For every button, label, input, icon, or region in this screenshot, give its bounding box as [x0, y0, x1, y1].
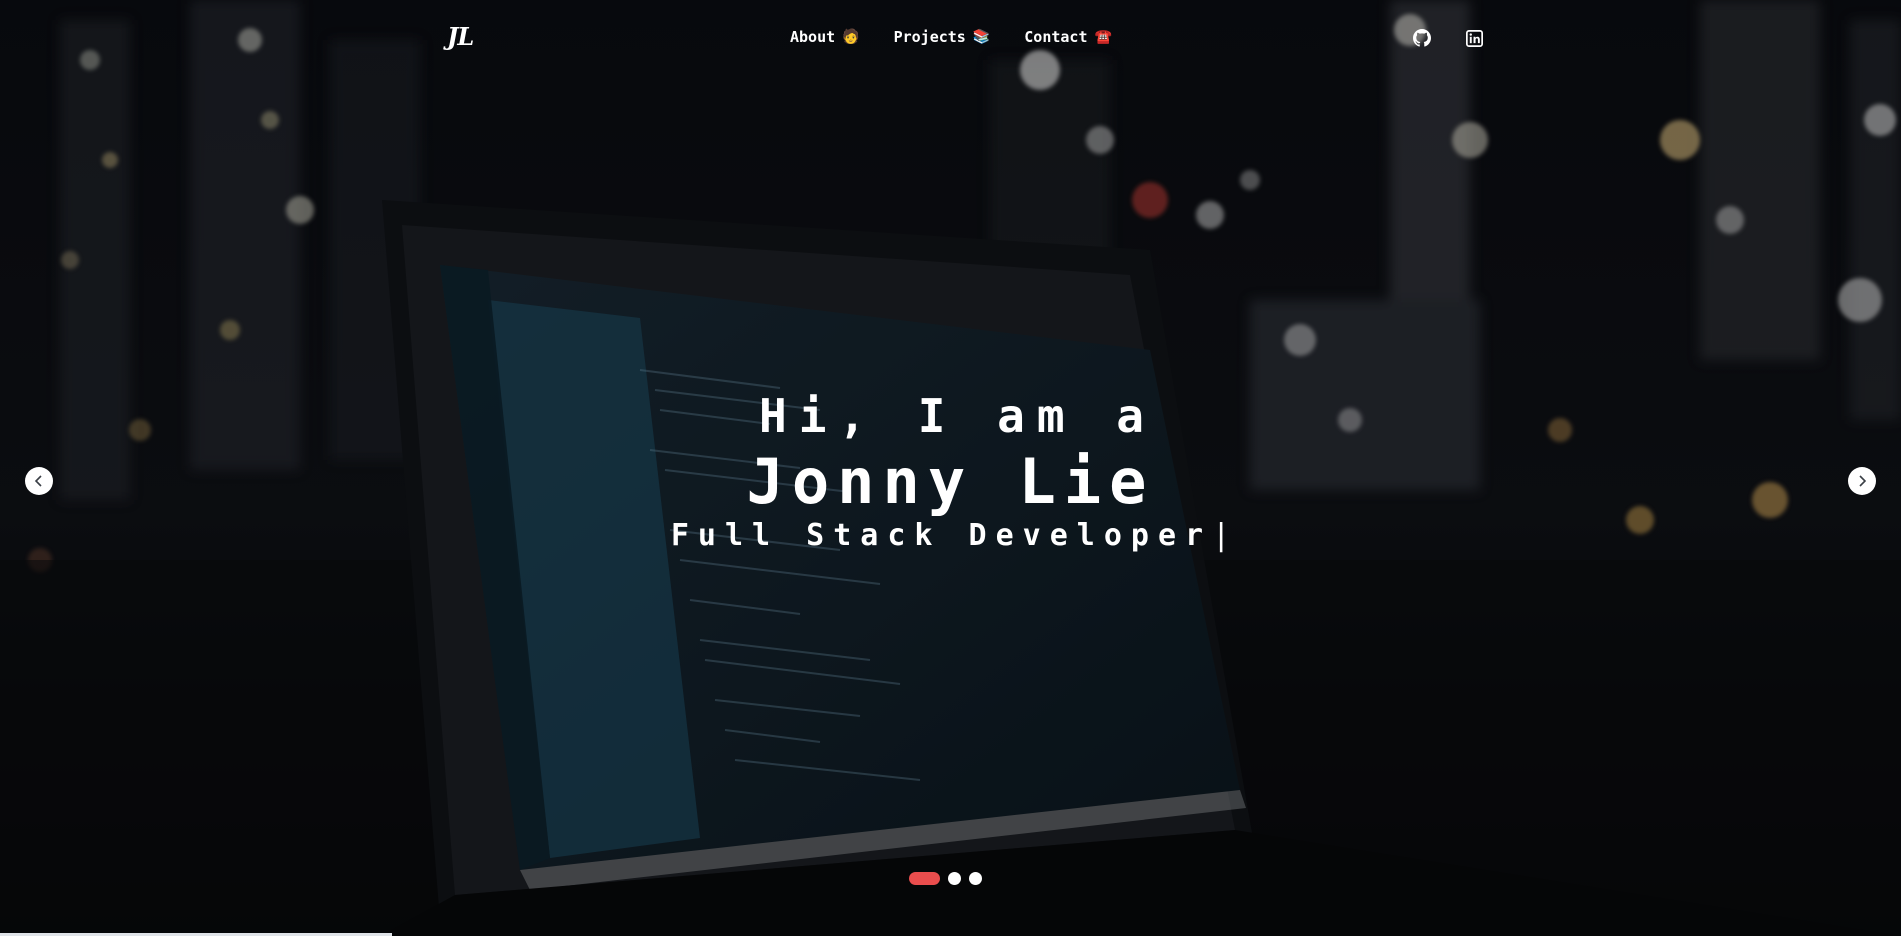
hero-greeting: Hi, I am a	[759, 389, 1156, 443]
hero-role: Full Stack Developer|	[0, 518, 1901, 554]
carousel-indicator-3[interactable]	[969, 872, 982, 885]
carousel-indicators	[909, 872, 982, 885]
hero-role-text: Full Stack Developer	[670, 518, 1213, 553]
carousel-prev-button[interactable]	[25, 467, 53, 495]
linkedin-link[interactable]	[1463, 27, 1485, 49]
github-icon	[1413, 29, 1431, 47]
carousel-indicator-2[interactable]	[948, 872, 961, 885]
nav-link-label: Projects	[893, 28, 966, 46]
nav-link-about[interactable]: About 🧑	[790, 28, 860, 46]
hero-name: Jonny Lie	[746, 445, 1155, 518]
person-icon: 🧑	[842, 29, 860, 45]
hero-headline: Hi, I am a Jonny Lie Full Stack Develope…	[0, 390, 1901, 554]
github-link[interactable]	[1411, 27, 1433, 49]
hero-carousel: JL About 🧑 Projects 📚 Contact ☎️ Hi, I a…	[0, 0, 1901, 936]
typing-cursor: |	[1212, 518, 1231, 553]
chevron-left-icon	[34, 475, 42, 487]
linkedin-icon	[1465, 29, 1483, 47]
navbar: JL About 🧑 Projects 📚 Contact ☎️	[0, 0, 1901, 78]
nav-link-projects[interactable]: Projects 📚	[894, 28, 991, 46]
nav-link-label: Contact	[1024, 28, 1088, 46]
brand-logo[interactable]: JL	[447, 22, 474, 51]
nav-links: About 🧑 Projects 📚 Contact ☎️	[790, 28, 1112, 46]
carousel-indicator-1[interactable]	[909, 872, 940, 885]
books-icon: 📚	[972, 29, 991, 45]
chevron-right-icon	[1859, 475, 1867, 487]
nav-link-contact[interactable]: Contact ☎️	[1024, 28, 1112, 46]
nav-link-label: About	[790, 28, 836, 46]
carousel-next-button[interactable]	[1848, 467, 1876, 495]
telephone-icon: ☎️	[1094, 29, 1112, 45]
